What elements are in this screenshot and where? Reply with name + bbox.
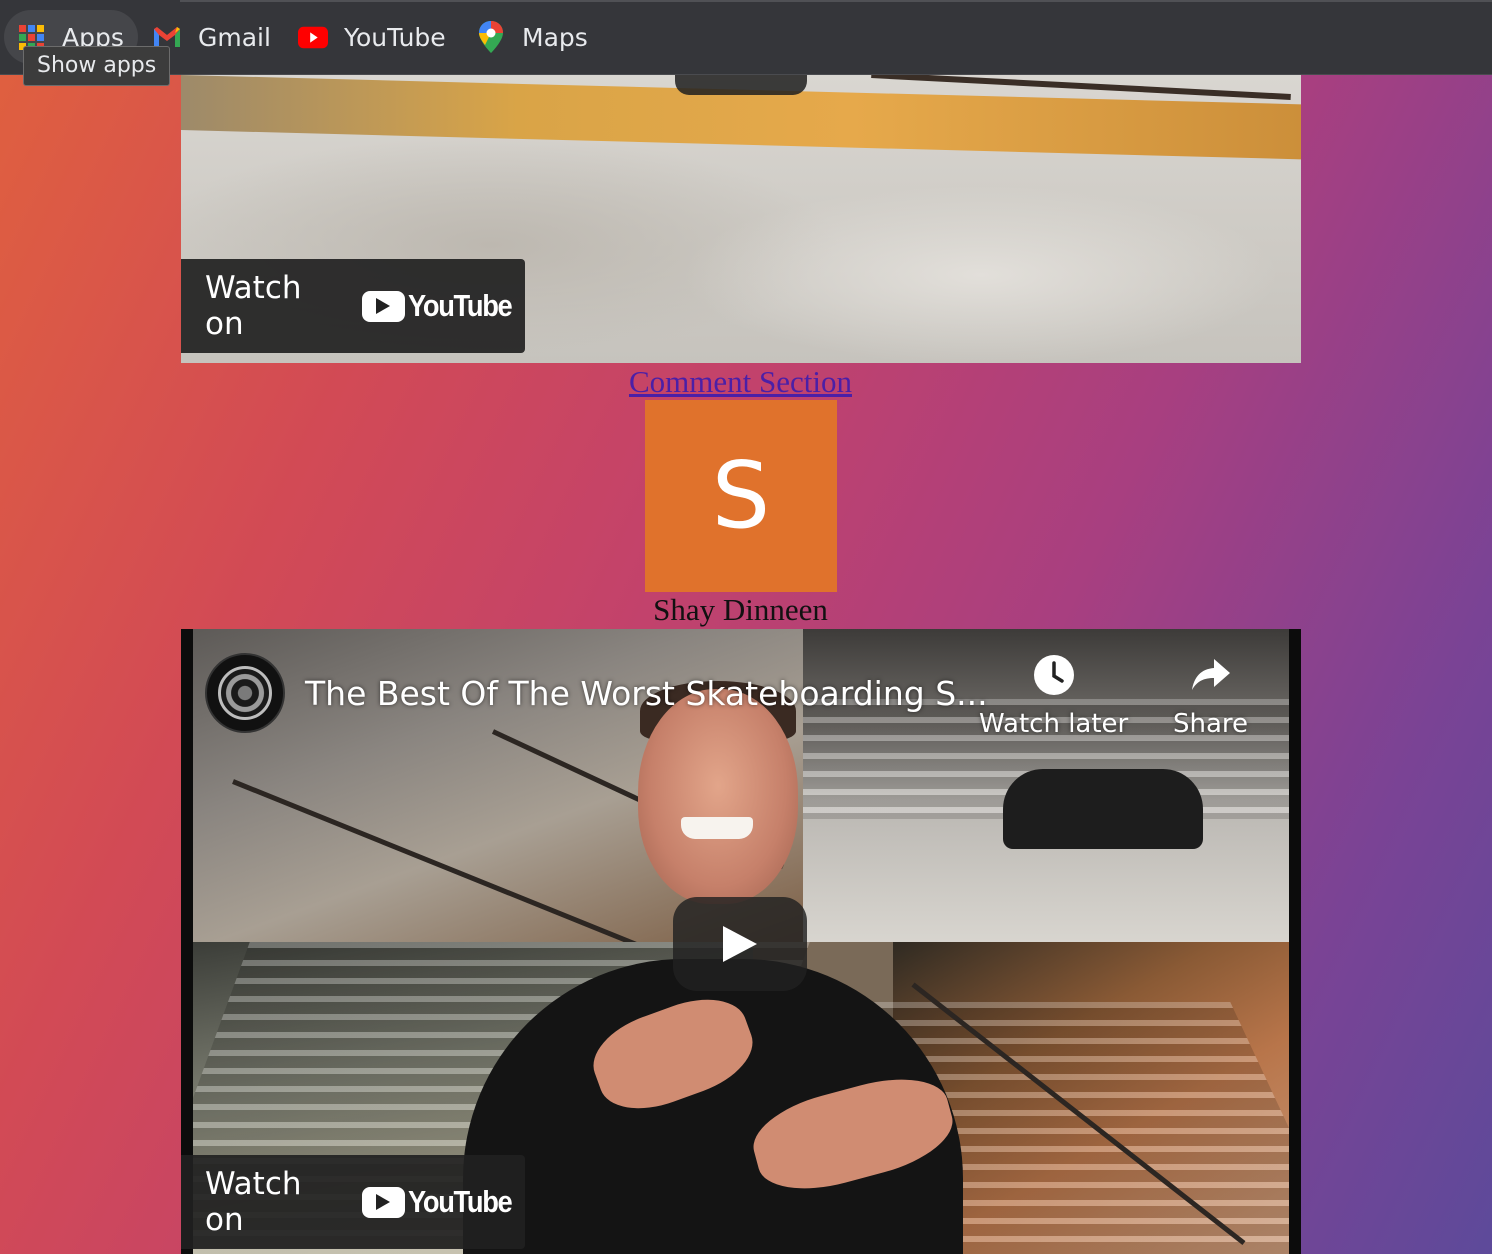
clock-icon — [1032, 653, 1076, 697]
maps-pin-icon — [476, 21, 506, 53]
bookmark-maps[interactable]: Maps — [464, 10, 600, 64]
author-name: Shay Dinneen — [653, 592, 828, 627]
bookmark-youtube[interactable]: YouTube — [286, 10, 458, 64]
play-button-partial[interactable] — [675, 75, 807, 95]
bar-divider — [180, 0, 1492, 2]
avatar-letter: S — [711, 442, 771, 549]
channel-emblem-icon — [218, 666, 272, 720]
youtube-play-icon — [361, 290, 405, 322]
share-button[interactable]: Share — [1173, 653, 1248, 739]
video-header: The Best Of The Worst Skateboarding S... — [205, 653, 988, 733]
bookmark-maps-label: Maps — [522, 22, 588, 52]
video-thumbnail-ground-light — [681, 185, 1281, 363]
comment-section-link[interactable]: Comment Section — [0, 364, 1481, 400]
watch-on-youtube-button-top[interactable]: Watch on YouTube — [181, 259, 525, 353]
author-avatar: S — [645, 400, 837, 592]
play-icon — [723, 926, 757, 962]
fallen-skater — [1003, 769, 1203, 849]
host-smile — [681, 817, 753, 839]
share-label: Share — [1173, 709, 1249, 739]
apps-tooltip: Show apps — [23, 46, 171, 86]
youtube-logo: YouTube — [361, 1184, 526, 1220]
video-embed-bottom[interactable]: The Best Of The Worst Skateboarding S...… — [181, 629, 1301, 1254]
bookmark-gmail-label: Gmail — [198, 22, 271, 52]
watch-on-youtube-button-bottom[interactable]: Watch on YouTube — [181, 1155, 525, 1249]
bookmarks-bar: Apps Gmail YouTube Maps — [0, 0, 1492, 75]
youtube-wordmark: YouTube — [407, 1184, 513, 1219]
video-title[interactable]: The Best Of The Worst Skateboarding S... — [305, 674, 988, 713]
watch-on-label: Watch on — [205, 1166, 302, 1238]
watch-on-label: Watch on — [205, 270, 302, 342]
watch-later-button[interactable]: Watch later — [979, 653, 1128, 739]
play-button[interactable] — [673, 897, 807, 991]
share-arrow-icon — [1189, 653, 1233, 697]
video-embed-top[interactable]: Watch on YouTube — [181, 75, 1301, 363]
youtube-icon — [298, 22, 328, 52]
youtube-play-icon — [361, 1186, 405, 1218]
channel-avatar[interactable] — [205, 653, 285, 733]
youtube-logo: YouTube — [361, 288, 526, 324]
youtube-wordmark: YouTube — [407, 288, 513, 323]
watch-later-label: Watch later — [979, 709, 1129, 739]
bookmark-youtube-label: YouTube — [344, 22, 446, 52]
